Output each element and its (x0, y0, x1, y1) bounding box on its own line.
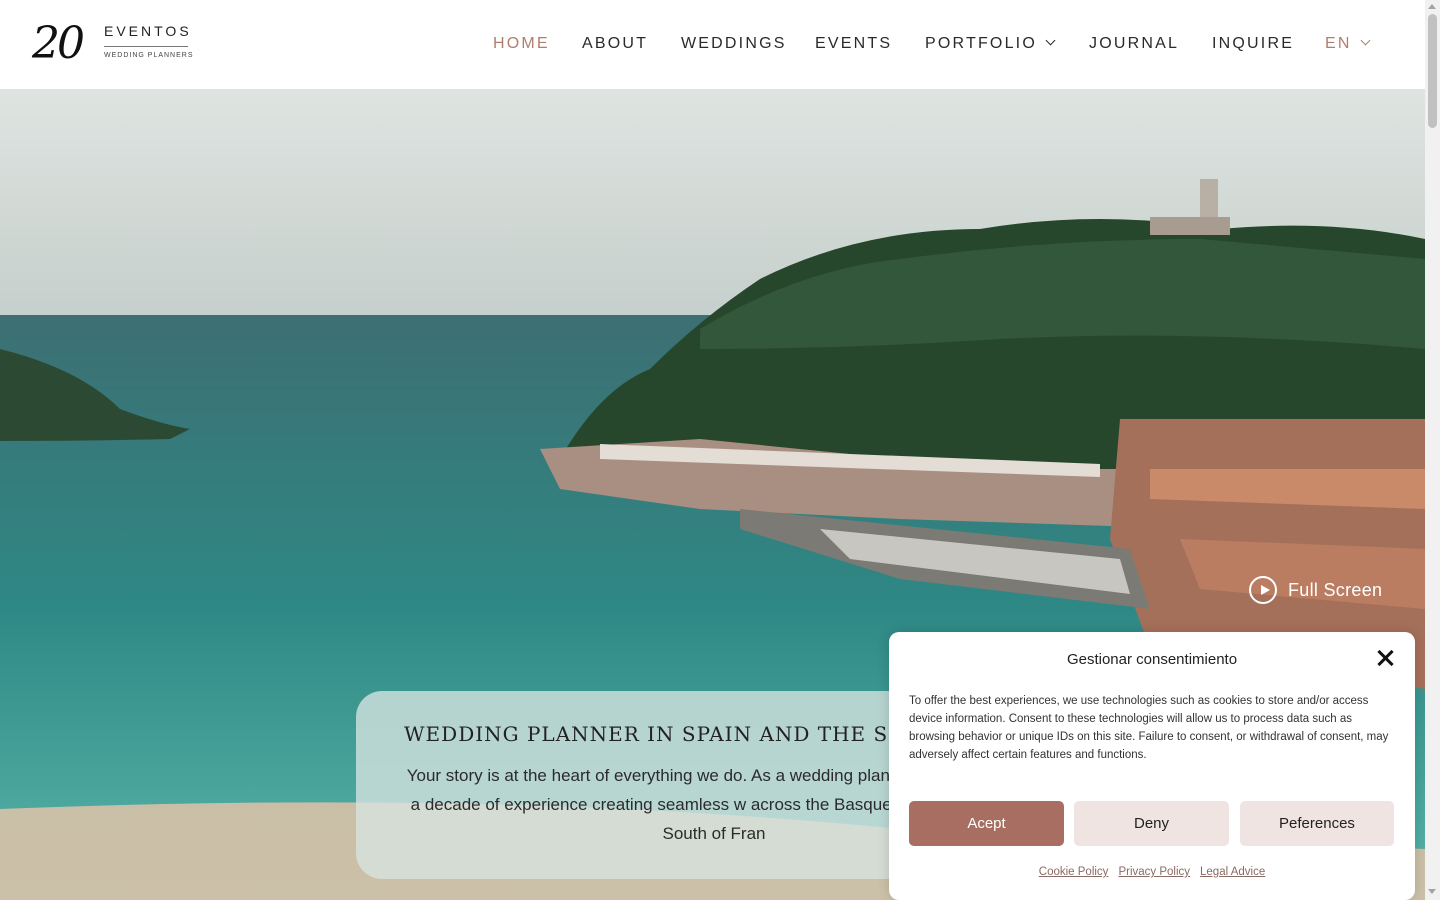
language-selector[interactable]: EN (1325, 33, 1371, 55)
nav-label: EVENTS (815, 35, 893, 52)
nav-item-events[interactable]: EVENTS (815, 33, 892, 55)
nav-label: INQUIRE (1212, 35, 1295, 52)
consent-links: Cookie Policy Privacy Policy Legal Advic… (889, 866, 1415, 878)
nav-item-about[interactable]: ABOUT (582, 33, 648, 55)
cookie-consent-dialog: Gestionar consentimiento To offer the be… (889, 632, 1415, 900)
consent-title: Gestionar consentimiento (1066, 651, 1238, 668)
nav-label: PORTFOLIO (925, 35, 1037, 52)
chevron-down-icon (1360, 35, 1371, 46)
fullscreen-label: Full Screen (1288, 579, 1383, 600)
site-header: 20 EVENTOS WEDDING PLANNERS HOME ABOUT W… (0, 0, 1425, 89)
nav-item-weddings[interactable]: WEDDINGS (681, 33, 787, 55)
preferences-button[interactable]: Peferences (1240, 801, 1394, 846)
play-icon (1249, 576, 1277, 604)
nav-label: JOURNAL (1089, 35, 1180, 52)
close-icon[interactable] (1375, 648, 1395, 668)
nav-item-home[interactable]: HOME (493, 33, 550, 55)
nav-label: HOME (493, 35, 550, 52)
scroll-up-arrow-icon[interactable] (1428, 4, 1436, 9)
chevron-down-icon (1045, 35, 1056, 46)
cookie-policy-link[interactable]: Cookie Policy (1039, 866, 1109, 878)
privacy-policy-link[interactable]: Privacy Policy (1118, 866, 1190, 878)
nav-item-journal[interactable]: JOURNAL (1089, 33, 1179, 55)
scrollbar-thumb[interactable] (1428, 14, 1437, 128)
main-nav: HOME ABOUT WEDDINGS EVENTS PORTFOLIO JOU… (0, 33, 1425, 55)
nav-item-portfolio[interactable]: PORTFOLIO (925, 33, 1056, 55)
deny-button[interactable]: Deny (1074, 801, 1229, 846)
consent-body: To offer the best experiences, we use te… (909, 695, 1389, 761)
scroll-down-arrow-icon[interactable] (1428, 889, 1436, 894)
nav-label: ABOUT (582, 35, 649, 52)
accept-button[interactable]: Acept (909, 801, 1064, 846)
nav-label: EN (1325, 35, 1352, 52)
nav-label: WEDDINGS (681, 35, 787, 52)
page-scrollbar[interactable] (1425, 0, 1440, 900)
fullscreen-button[interactable]: Full Screen (1249, 576, 1382, 604)
legal-advice-link[interactable]: Legal Advice (1200, 866, 1265, 878)
nav-item-inquire[interactable]: INQUIRE (1212, 33, 1294, 55)
